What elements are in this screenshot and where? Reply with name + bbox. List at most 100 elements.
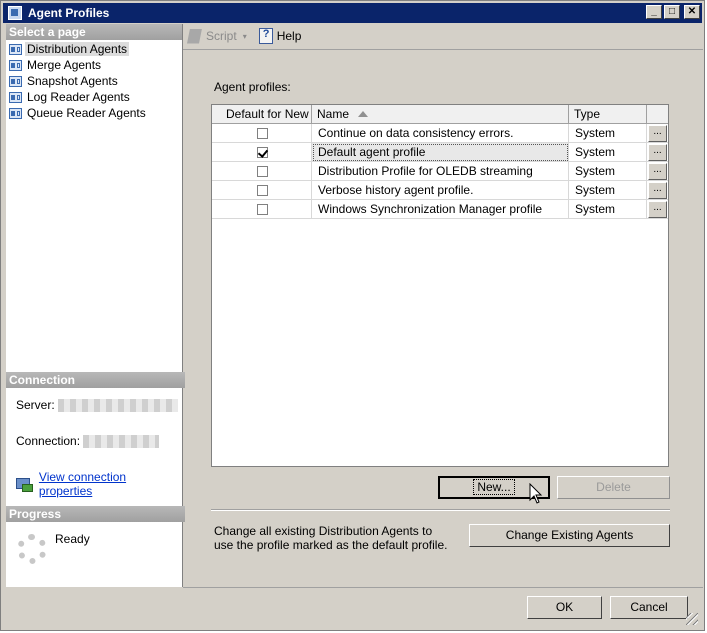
default-cell — [212, 181, 312, 200]
profile-type: System — [569, 143, 647, 162]
agent-page-icon — [9, 59, 22, 71]
page-item-merge-agents[interactable]: Merge Agents — [9, 57, 182, 73]
delete-profile-button: Delete — [557, 476, 670, 499]
sort-ascending-icon — [358, 111, 368, 117]
profile-name: Windows Synchronization Manager profile — [312, 200, 569, 219]
action-cell: ... — [647, 162, 668, 181]
app-icon — [8, 6, 22, 20]
agent-page-icon — [9, 43, 22, 55]
default-checkbox[interactable] — [257, 204, 268, 215]
default-cell — [212, 124, 312, 143]
agent-page-icon — [9, 75, 22, 87]
profile-type: System — [569, 200, 647, 219]
column-header-name[interactable]: Name — [312, 105, 569, 124]
profile-type: System — [569, 124, 647, 143]
profile-type: System — [569, 162, 647, 181]
agent-profiles-grid[interactable]: Default for New Name Type Continue on da… — [211, 104, 669, 467]
profile-properties-button[interactable]: ... — [648, 182, 667, 199]
profile-name: Distribution Profile for OLEDB streaming — [312, 162, 569, 181]
cancel-button[interactable]: Cancel — [610, 596, 688, 619]
page-item-label: Snapshot Agents — [27, 74, 118, 88]
script-label: Script — [206, 29, 237, 43]
minimize-button[interactable]: _ — [646, 5, 662, 19]
footer-divider — [183, 587, 703, 588]
page-item-queue-reader-agents[interactable]: Queue Reader Agents — [9, 105, 182, 121]
default-checkbox[interactable] — [257, 166, 268, 177]
progress-status: Ready — [55, 532, 90, 546]
grid-header: Default for New Name Type — [212, 105, 668, 124]
default-checkbox[interactable] — [257, 147, 268, 158]
server-label: Server: — [16, 398, 55, 412]
select-page-header: Select a page — [6, 24, 182, 40]
default-cell — [212, 162, 312, 181]
page-item-distribution-agents[interactable]: Distribution Agents — [9, 41, 182, 57]
change-existing-agents-button[interactable]: Change Existing Agents — [469, 524, 670, 547]
agent-page-icon — [9, 107, 22, 119]
server-value-redacted — [58, 399, 179, 413]
page-list: Distribution Agents Merge Agents Snapsho… — [6, 40, 182, 121]
column-header-action — [647, 105, 668, 124]
help-icon — [258, 28, 273, 44]
page-item-log-reader-agents[interactable]: Log Reader Agents — [9, 89, 182, 105]
toolbar-divider — [183, 49, 703, 50]
profile-properties-button[interactable]: ... — [648, 144, 667, 161]
table-row[interactable]: Default agent profile System ... — [212, 143, 668, 162]
table-row[interactable]: Distribution Profile for OLEDB streaming… — [212, 162, 668, 181]
page-item-snapshot-agents[interactable]: Snapshot Agents — [9, 73, 182, 89]
profile-name: Verbose history agent profile. — [312, 181, 569, 200]
chevron-down-icon[interactable]: ▾ — [243, 32, 247, 41]
column-header-default[interactable]: Default for New — [212, 105, 312, 124]
table-row[interactable]: Windows Synchronization Manager profile … — [212, 200, 668, 219]
connection-row: Connection: — [16, 434, 160, 449]
table-row[interactable]: Verbose history agent profile. System ..… — [212, 181, 668, 200]
profile-name: Continue on data consistency errors. — [312, 124, 569, 143]
default-checkbox[interactable] — [257, 128, 268, 139]
progress-header: Progress — [6, 506, 185, 522]
page-item-label: Log Reader Agents — [27, 90, 130, 104]
agent-profiles-dialog: Agent Profiles _ □ ✕ Select a page Distr… — [0, 0, 705, 631]
default-checkbox[interactable] — [257, 185, 268, 196]
view-connection-properties-link[interactable]: View connection properties — [39, 470, 182, 498]
left-pane: Select a page Distribution Agents Merge … — [6, 24, 185, 587]
table-row[interactable]: Continue on data consistency errors. Sys… — [212, 124, 668, 143]
view-connection-properties[interactable]: View connection properties — [16, 470, 182, 498]
connection-header: Connection — [6, 372, 185, 388]
server-row: Server: — [16, 398, 179, 413]
column-header-name-label: Name — [317, 107, 350, 121]
progress-spinner-icon — [17, 534, 47, 564]
page-item-label: Distribution Agents — [25, 42, 130, 56]
profile-name: Default agent profile — [312, 143, 569, 162]
profile-properties-button[interactable]: ... — [648, 163, 667, 180]
section-divider — [211, 509, 670, 511]
page-item-label: Merge Agents — [27, 58, 102, 72]
close-button[interactable]: ✕ — [684, 5, 700, 19]
help-label: Help — [276, 29, 302, 43]
script-icon — [187, 28, 202, 44]
toolbar: Script ▾ Help — [183, 24, 703, 48]
resize-grip-icon[interactable] — [686, 613, 698, 625]
profile-type: System — [569, 181, 647, 200]
action-cell: ... — [647, 181, 668, 200]
action-cell: ... — [647, 200, 668, 219]
connection-label: Connection: — [16, 434, 81, 448]
agent-profiles-label: Agent profiles: — [214, 80, 291, 94]
script-button[interactable]: Script ▾ — [187, 28, 255, 44]
agent-page-icon — [9, 91, 22, 103]
mouse-pointer-icon — [529, 483, 543, 504]
help-button[interactable]: Help — [258, 28, 302, 44]
maximize-button[interactable]: □ — [664, 5, 680, 19]
default-cell — [212, 143, 312, 162]
action-cell: ... — [647, 143, 668, 162]
profile-properties-button[interactable]: ... — [648, 201, 667, 218]
profile-properties-button[interactable]: ... — [648, 125, 667, 142]
connection-value-redacted — [83, 435, 160, 449]
ok-button[interactable]: OK — [527, 596, 602, 619]
window-title: Agent Profiles — [28, 6, 110, 20]
action-cell: ... — [647, 124, 668, 143]
title-bar: Agent Profiles _ □ ✕ — [3, 3, 702, 23]
change-agents-description: Change all existing Distribution Agents … — [214, 524, 448, 552]
column-header-type[interactable]: Type — [569, 105, 647, 124]
default-cell — [212, 200, 312, 219]
connection-properties-icon — [16, 477, 33, 492]
page-item-label: Queue Reader Agents — [27, 106, 146, 120]
